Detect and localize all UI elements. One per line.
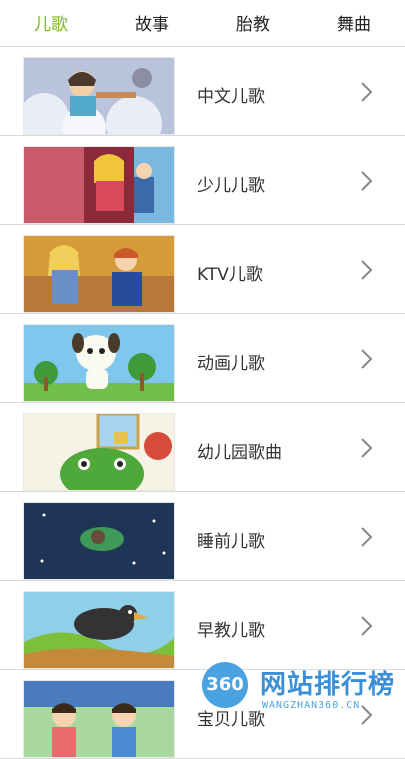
watermark-logo: 360	[202, 662, 248, 708]
list-item[interactable]: 中文儿歌	[0, 47, 405, 136]
thumbnail-image	[23, 235, 175, 313]
chevron-right-icon	[361, 349, 373, 369]
thumbnail-image	[23, 146, 175, 224]
category-label: 动画儿歌	[197, 354, 265, 374]
chevron-right-icon	[361, 438, 373, 458]
chevron-right-icon	[361, 82, 373, 102]
category-label: 中文儿歌	[197, 87, 265, 107]
thumbnail-image	[23, 57, 175, 135]
tab-wuqu[interactable]: 舞曲	[319, 10, 389, 35]
watermark: 360 网站排行榜 WANGZHAN360.CN	[196, 656, 405, 720]
category-label: 少儿儿歌	[197, 176, 265, 196]
list-item[interactable]: 少儿儿歌	[0, 136, 405, 225]
song-category-list: 中文儿歌 少儿儿歌 KTV儿歌 动画儿歌 幼儿园歌曲 睡前儿歌 早教儿歌 宝贝儿…	[0, 47, 405, 759]
list-item[interactable]: 睡前儿歌	[0, 492, 405, 581]
thumbnail-image	[23, 591, 175, 669]
chevron-right-icon	[361, 616, 373, 636]
chevron-right-icon	[361, 527, 373, 547]
watermark-subtitle: WANGZHAN360.CN	[262, 700, 361, 711]
chevron-right-icon	[361, 171, 373, 191]
list-item[interactable]: 幼儿园歌曲	[0, 403, 405, 492]
thumbnail-image	[23, 502, 175, 580]
thumbnail-image	[23, 324, 175, 402]
category-label: KTV儿歌	[197, 265, 263, 285]
watermark-title: 网站排行榜	[260, 670, 396, 700]
category-tab-bar: 儿歌 故事 胎教 舞曲	[0, 0, 405, 47]
tab-erge[interactable]: 儿歌	[16, 10, 86, 35]
thumbnail-image	[23, 680, 175, 758]
category-label: 早教儿歌	[197, 621, 265, 641]
chevron-right-icon	[361, 260, 373, 280]
tab-taijiao[interactable]: 胎教	[218, 10, 288, 35]
thumbnail-image	[23, 413, 175, 491]
list-item[interactable]: KTV儿歌	[0, 225, 405, 314]
list-item[interactable]: 动画儿歌	[0, 314, 405, 403]
tab-gushi[interactable]: 故事	[117, 10, 187, 35]
category-label: 睡前儿歌	[197, 532, 265, 552]
category-label: 幼儿园歌曲	[197, 443, 282, 463]
